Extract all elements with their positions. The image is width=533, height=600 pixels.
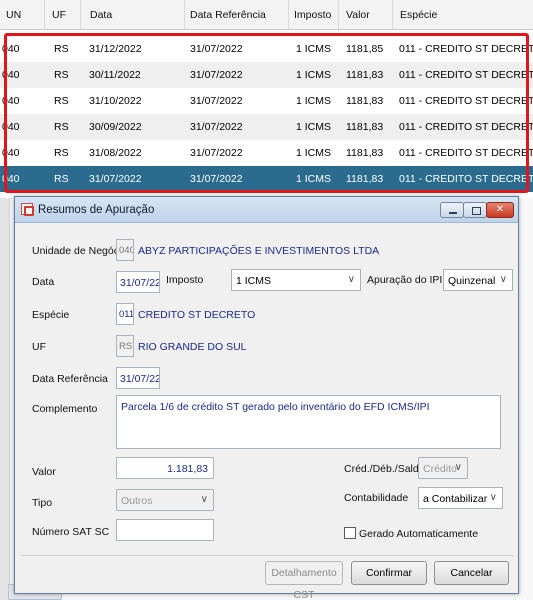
unidade-code-field[interactable]: 040	[116, 239, 134, 261]
confirmar-button[interactable]: Confirmar	[351, 561, 427, 585]
column-header-especie[interactable]: Espécie	[400, 9, 437, 21]
cred-deb-saldo-label: Créd./Déb./Saldo	[344, 463, 425, 475]
chevron-down-icon: ∨	[200, 494, 208, 505]
minimize-button[interactable]	[440, 202, 464, 218]
uf-name: RIO GRANDE DO SUL	[138, 341, 247, 353]
table-row[interactable]: 040 RS 31/08/2022 31/07/2022 1 ICMS 1181…	[0, 140, 533, 166]
table-row[interactable]: 040 RS 31/12/2022 31/07/2022 1 ICMS 1181…	[0, 36, 533, 62]
apuracao-ipi-select[interactable]: Quinzenal ∨	[443, 269, 513, 291]
uf-label: UF	[32, 341, 46, 353]
especie-name: CREDITO ST DECRETO	[138, 309, 256, 321]
numero-sat-field[interactable]	[116, 519, 214, 541]
detalhamento-cst-button[interactable]: Detalhamento CST	[265, 561, 343, 600]
complemento-label: Complemento	[32, 403, 98, 415]
column-header-data[interactable]: Data	[90, 9, 112, 21]
column-header-uf[interactable]: UF	[52, 9, 66, 21]
cred-deb-saldo-select[interactable]: Crédito ∨	[418, 457, 468, 479]
minimize-icon	[441, 203, 463, 217]
contabilidade-label: Contabilidade	[344, 492, 409, 504]
maximize-button[interactable]	[463, 202, 487, 218]
divider	[21, 555, 513, 556]
gerado-automaticamente-label: Gerado Automaticamente	[359, 528, 479, 540]
close-button[interactable]: ✕	[486, 202, 514, 218]
data-referencia-label: Data Referência	[32, 373, 108, 385]
imposto-select[interactable]: 1 ICMS ∨	[231, 269, 361, 291]
tipo-label: Tipo	[32, 497, 53, 509]
data-label: Data	[32, 276, 55, 288]
column-header-imposto[interactable]: Imposto	[294, 9, 331, 21]
table-row[interactable]: 040 RS 30/09/2022 31/07/2022 1 ICMS 1181…	[0, 114, 533, 140]
background-edge	[0, 198, 10, 600]
numero-sat-label: Número SAT SC	[32, 526, 110, 538]
column-header-data-referencia[interactable]: Data Referência	[190, 9, 266, 21]
maximize-icon	[464, 203, 486, 217]
apuracao-ipi-label: Apuração do IPI	[367, 274, 443, 286]
table-row[interactable]: 040 RS 30/11/2022 31/07/2022 1 ICMS 1181…	[0, 62, 533, 88]
uf-code-field[interactable]: RS	[116, 335, 134, 357]
chevron-down-icon: ∨	[347, 274, 355, 285]
resumos-de-apuracao-dialog: Resumos de Apuração ✕ Unidade de Negócio…	[14, 196, 519, 600]
app-icon	[21, 203, 34, 216]
records-grid: UN UF Data Data Referência Imposto Valor…	[0, 0, 533, 198]
data-referencia-field[interactable]: 31/07/22	[116, 367, 160, 389]
unidade-label: Unidade de Negócio	[32, 245, 128, 257]
especie-label: Espécie	[32, 309, 70, 321]
complemento-textarea[interactable]: Parcela 1/6 de crédito ST gerado pelo in…	[116, 395, 501, 449]
dialog-titlebar[interactable]: Resumos de Apuração ✕	[15, 197, 518, 223]
dialog-title: Resumos de Apuração	[38, 204, 155, 216]
imposto-label: Imposto	[166, 274, 204, 286]
tipo-select[interactable]: Outros ∨	[116, 489, 214, 511]
valor-label: Valor	[32, 466, 56, 478]
contabilidade-select[interactable]: a Contabilizar ∨	[418, 487, 503, 509]
grid-header: UN UF Data Data Referência Imposto Valor…	[0, 0, 533, 30]
imposto-value: 1 ICMS	[236, 275, 272, 287]
tipo-value: Outros	[121, 495, 153, 507]
chevron-down-icon: ∨	[454, 462, 462, 473]
column-header-un[interactable]: UN	[6, 9, 21, 21]
table-row-selected[interactable]: 040 RS 31/07/2022 31/07/2022 1 ICMS 1181…	[0, 166, 533, 192]
cancelar-button[interactable]: Cancelar	[434, 561, 509, 585]
close-icon: ✕	[495, 204, 505, 215]
chevron-down-icon: ∨	[499, 274, 507, 285]
especie-code-field[interactable]: 011	[116, 303, 134, 325]
unidade-name: ABYZ PARTICIPAÇÕES E INVESTIMENTOS LTDA	[138, 245, 380, 257]
complemento-text: Parcela 1/6 de crédito ST gerado pelo in…	[121, 401, 430, 413]
data-field[interactable]: 31/07/22	[116, 271, 160, 293]
column-header-valor[interactable]: Valor	[346, 9, 370, 21]
apuracao-ipi-value: Quinzenal	[448, 275, 496, 287]
gerado-automaticamente-checkbox[interactable]	[344, 527, 356, 539]
cred-deb-saldo-value: Crédito	[423, 463, 457, 475]
contabilidade-value: a Contabilizar	[423, 493, 488, 505]
valor-field[interactable]: 1.181,83	[116, 457, 214, 479]
chevron-down-icon: ∨	[489, 492, 497, 503]
table-row[interactable]: 040 RS 31/10/2022 31/07/2022 1 ICMS 1181…	[0, 88, 533, 114]
